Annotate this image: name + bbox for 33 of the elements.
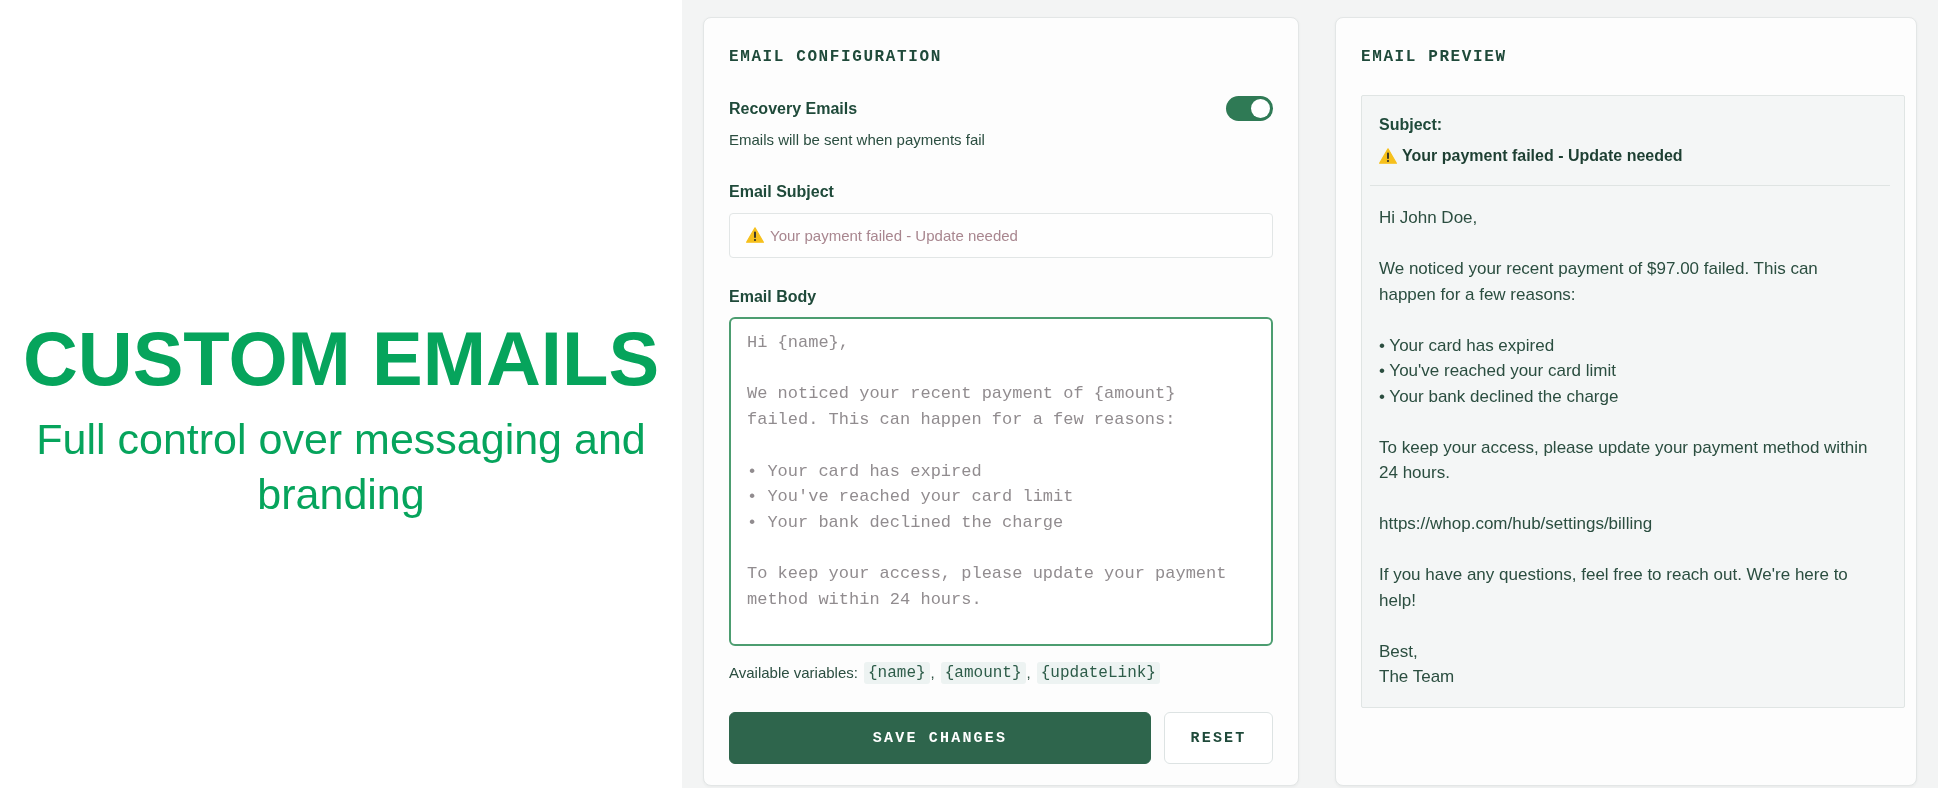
email-text: https://whop.com/hub/settings/billing — [1379, 513, 1653, 535]
toggle-label: Recovery Emails — [729, 98, 858, 119]
field-label: Email Body — [729, 287, 817, 307]
save-button[interactable]: SAVE CHANGES — [729, 712, 1151, 764]
email-text: • Your card has expired — [1379, 334, 1555, 357]
email-text: • Your bank declined the charge — [1379, 385, 1619, 408]
subject-input[interactable]: Your payment failed - Update needed — [729, 213, 1273, 258]
panel-title: EMAIL CONFIGURATION — [729, 48, 942, 66]
warning-icon — [1379, 148, 1397, 164]
variable-tag: {updateLink} — [1036, 662, 1160, 684]
variable-tag: {name} — [863, 662, 930, 684]
subject-text: Your payment failed - Update needed — [1402, 146, 1683, 166]
reset-button[interactable]: RESET — [1164, 712, 1273, 764]
variable-tag: {amount} — [940, 662, 1026, 684]
email-text: • You've reached your card limit — [1379, 360, 1616, 382]
field-label: Email Subject — [729, 182, 834, 202]
hint-text: Available variables: — [729, 663, 858, 683]
email-text: If you have any questions, feel free to reach out. We're here to help! — [1379, 564, 1849, 612]
hero-title: CUSTOM EMAILS — [22, 314, 660, 403]
email-text: Hi John Doe, — [1379, 207, 1478, 229]
recovery-toggle[interactable] — [1226, 96, 1273, 121]
toggle-description: Emails will be sent when payments fail — [729, 130, 985, 150]
email-text: The Team — [1379, 666, 1455, 688]
email-text: Best, — [1379, 640, 1418, 663]
warning-icon — [746, 227, 764, 243]
hero-subtitle: Full control over messaging and branding — [35, 413, 647, 520]
body-textarea[interactable]: Hi {name}, We noticed your recent payment of {amount} failed. This can happen for a few reasons: • Your card has expired • You've reached your card limit • Your bank declined the charge To keep your access, please update your payment method within 24 hours. — [729, 317, 1273, 646]
email-text: To keep your access, please update your payment method within 24 hours. — [1379, 436, 1869, 484]
hint-text: , — [930, 663, 935, 683]
email-text: We noticed your recent payment of $97.00 failed. This can happen for a few reasons: — [1379, 258, 1819, 306]
hint-text: , — [1026, 663, 1031, 683]
subject-label: Subject: — [1379, 115, 1443, 135]
panel-title: EMAIL PREVIEW — [1361, 48, 1507, 66]
